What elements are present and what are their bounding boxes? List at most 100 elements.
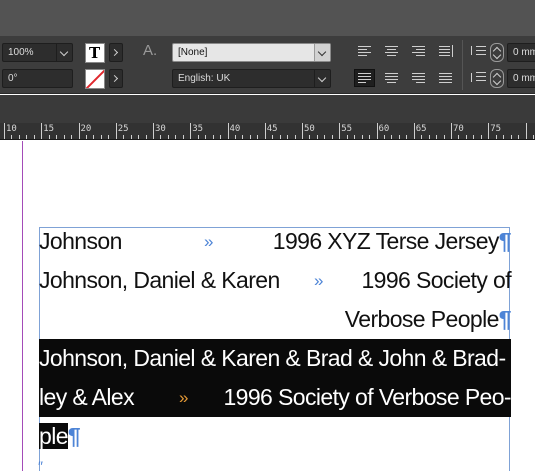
justify-right-icon[interactable] xyxy=(410,71,428,85)
ruler-label: 40 xyxy=(229,124,241,134)
space-after-field[interactable]: 0 mm xyxy=(507,69,535,88)
document-page[interactable]: Johnson » 1996 XYZ Terse Jersey¶ Johnson… xyxy=(0,141,535,471)
ruler-tick xyxy=(4,123,5,139)
fill-swatch-menu-button[interactable] xyxy=(109,43,123,62)
entry-name: ple xyxy=(39,423,69,449)
align-center-icon[interactable] xyxy=(383,44,401,58)
ruler-tick xyxy=(257,135,259,139)
ruler-tick xyxy=(495,135,497,139)
ruler-tick xyxy=(197,135,199,139)
align-left-icon[interactable] xyxy=(356,44,374,58)
ruler-tick xyxy=(383,135,385,139)
language-value: English: UK xyxy=(178,73,231,84)
ruler-tick xyxy=(220,135,222,139)
ruler-tick xyxy=(294,135,296,139)
ruler-tick xyxy=(510,135,512,139)
justify-left-icon[interactable] xyxy=(354,69,375,87)
entry-name: Johnson, Daniel & Karen xyxy=(39,267,280,293)
stroke-none-icon[interactable] xyxy=(85,69,105,89)
ruler-label: 65 xyxy=(415,124,427,134)
character-style-icon: A. xyxy=(143,42,158,59)
scale-dropdown-button[interactable] xyxy=(56,44,72,61)
space-before-field[interactable]: 0 mm xyxy=(507,43,535,62)
ruler-tick xyxy=(205,135,207,139)
space-after-stepper[interactable] xyxy=(490,69,504,88)
chevron-down-icon xyxy=(317,47,327,57)
ruler-tick xyxy=(56,135,58,139)
rotation-field[interactable]: 0° xyxy=(2,69,73,88)
horizontal-ruler[interactable]: 10 15 20 25 30 35 40 45 50 55 60 65 70 75 xyxy=(0,123,535,140)
ruler-tick xyxy=(234,135,236,139)
language-dropdown[interactable] xyxy=(314,70,330,87)
ruler-tick xyxy=(443,135,445,139)
ruler-tick xyxy=(264,123,266,139)
ruler-tick xyxy=(272,135,274,139)
ruler-tick xyxy=(324,135,326,139)
ruler-tick xyxy=(346,135,348,139)
ruler-label: 20 xyxy=(80,124,92,134)
ruler-tick xyxy=(458,135,460,139)
character-style-dropdown[interactable] xyxy=(314,44,330,61)
scale-field[interactable]: 100% xyxy=(2,43,73,62)
text-line[interactable]: Johnson, Daniel & Karen » 1996 Society o… xyxy=(39,261,512,300)
panel-gutter xyxy=(0,95,535,123)
ruler-label: 30 xyxy=(155,124,166,134)
pilcrow-marker: ¶ xyxy=(498,306,512,332)
space-after-value: 0 mm xyxy=(513,73,535,84)
tab-marker: » xyxy=(314,271,323,290)
ruler-tick xyxy=(249,135,251,139)
ruler-tick xyxy=(398,135,400,139)
ruler-tick xyxy=(26,135,28,139)
ruler-tick xyxy=(465,135,467,139)
ruler-label: 25 xyxy=(117,124,129,134)
text-fill-icon[interactable]: T xyxy=(85,43,105,63)
text-line[interactable]: Johnson » 1996 XYZ Terse Jersey¶ xyxy=(39,222,512,261)
ruler-tick xyxy=(503,135,505,139)
align-right-icon[interactable] xyxy=(410,44,428,58)
ruler-tick xyxy=(115,123,117,139)
ruler-tick xyxy=(153,123,154,139)
pilcrow-marker: ¶ xyxy=(67,423,81,449)
ruler-tick xyxy=(63,135,65,139)
character-style-select[interactable]: [None] xyxy=(172,43,331,62)
ruler-tick xyxy=(130,135,132,139)
ruler-tick xyxy=(78,123,80,139)
ruler-tick xyxy=(406,135,408,139)
character-style-value: [None] xyxy=(178,47,208,58)
ruler-label: 60 xyxy=(378,124,390,134)
justify-all-icon[interactable] xyxy=(437,71,455,85)
ruler-tick xyxy=(227,123,229,139)
ruler-tick xyxy=(100,135,102,139)
ruler-tick xyxy=(436,135,438,139)
text-line[interactable]: Verbose People¶ xyxy=(39,300,512,339)
ruler-tick xyxy=(331,135,333,139)
stroke-swatch-menu-button[interactable] xyxy=(109,69,123,88)
entry-detail-text: 1996 XYZ Terse Jersey xyxy=(272,228,500,254)
space-before-stepper[interactable] xyxy=(490,43,504,62)
ruler-tick xyxy=(48,135,50,139)
ruler-label: 10 xyxy=(6,124,17,134)
ruler-tick xyxy=(93,135,95,139)
tab-marker: » xyxy=(179,388,188,407)
ruler-tick xyxy=(361,135,363,139)
align-towards-spine-icon[interactable] xyxy=(437,44,455,58)
ruler-tick xyxy=(532,135,534,139)
ruler-label: 15 xyxy=(43,124,55,134)
ruler-label: 70 xyxy=(453,124,464,134)
space-after-icon xyxy=(470,70,486,84)
selected-text-line[interactable]: Johnson, Daniel & Karen & Brad & John & … xyxy=(39,339,511,378)
selected-text-line[interactable]: ley & Alex » 1996 Society of Verbose Peo… xyxy=(39,378,512,417)
control-panel: 100% 0° T A. [None] English: UK 0 mm 0 m… xyxy=(0,36,535,94)
entry-detail: 1996 Society of xyxy=(361,267,511,293)
entry-name: Johnson xyxy=(39,228,122,254)
justify-center-icon[interactable] xyxy=(383,71,401,85)
ruler-tick xyxy=(108,135,110,139)
ruler-tick xyxy=(518,135,520,139)
chevron-down-icon xyxy=(59,47,69,57)
ruler-tick xyxy=(376,123,378,139)
entry-name: Johnson, Daniel & Karen & Brad & John & … xyxy=(39,345,506,371)
text-line[interactable]: ple¶ xyxy=(39,417,81,456)
chevron-right-icon xyxy=(110,74,119,83)
ruler-tick xyxy=(71,135,73,139)
language-select[interactable]: English: UK xyxy=(172,69,331,88)
